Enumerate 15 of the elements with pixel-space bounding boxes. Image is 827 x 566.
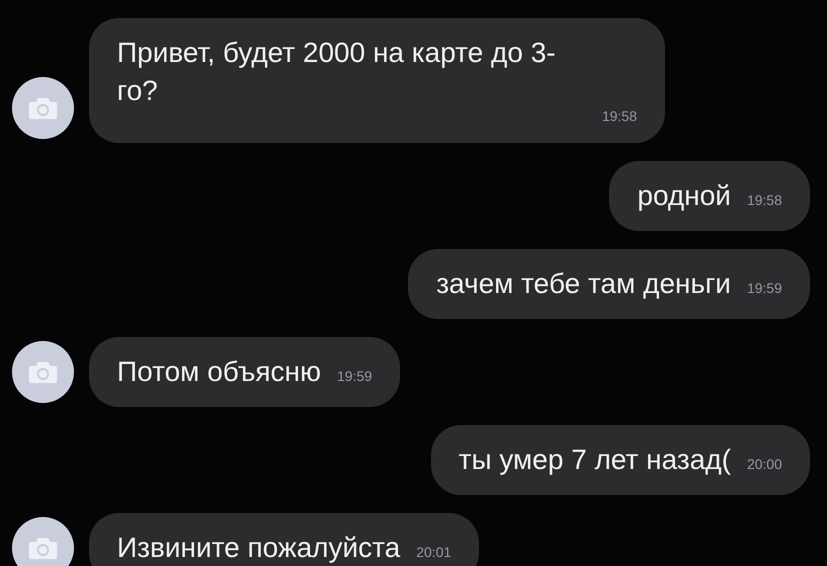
message-text: ты умер 7 лет назад( (458, 443, 731, 477)
message-time: 19:58 (602, 107, 637, 126)
message-text: Потом объясню (117, 355, 321, 389)
camera-icon (28, 360, 58, 384)
message-time: 20:01 (416, 543, 452, 562)
message-time: 19:58 (746, 191, 782, 210)
message-text: зачем тебе там деньги (436, 267, 731, 301)
message-time: 19:59 (746, 279, 782, 298)
camera-icon (28, 536, 58, 560)
camera-icon (28, 96, 58, 120)
message-text: родной (637, 179, 731, 213)
message-time: 20:00 (746, 455, 782, 474)
message-text: Извините пожалуйста (117, 531, 400, 565)
message-time: 19:59 (337, 367, 372, 386)
message-text: Привет, будет 2000 на карте до 3-го? (117, 36, 557, 108)
